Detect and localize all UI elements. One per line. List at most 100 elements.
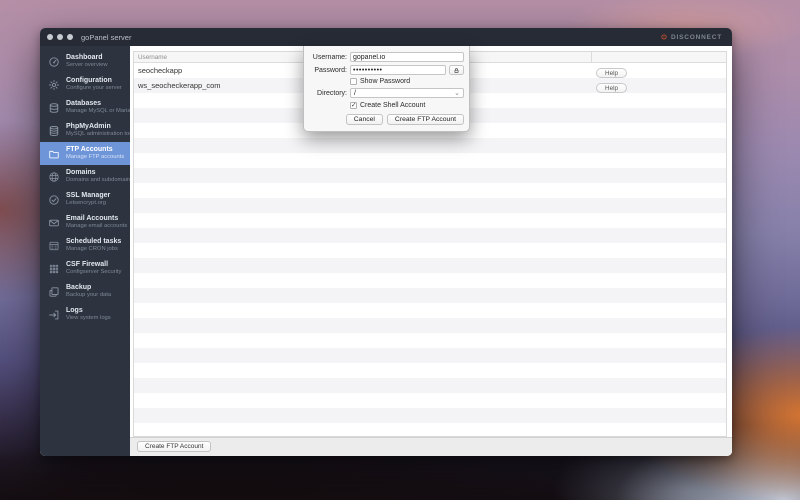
sidebar-item-subtitle: Configserver Security <box>66 269 122 276</box>
sidebar-item-subtitle: Server overview <box>66 62 108 69</box>
zoom-window-button[interactable] <box>67 34 73 40</box>
sidebar: Dashboard Server overview Configuration Con… <box>40 46 139 456</box>
sidebar-item-scheduled-tasks[interactable]: Scheduled tasks Manage CRON jobs <box>40 234 130 257</box>
sidebar-item-ftp-accounts[interactable]: FTP Accounts Manage FTP accounts <box>40 142 130 165</box>
table-row-empty <box>134 318 726 333</box>
create-ftp-account-button[interactable]: Create FTP Account <box>137 441 212 452</box>
directory-value: / <box>354 89 356 97</box>
envelope-icon <box>48 217 60 229</box>
sidebar-item-title: SSL Manager <box>66 191 111 199</box>
sidebar-item-domains[interactable]: Domains Domains and subdomains <box>40 165 134 188</box>
table-row-empty <box>134 303 726 318</box>
sidebar-item-subtitle: Domains and subdomains <box>66 177 134 184</box>
sidebar-item-subtitle: Manage MySQL or MariaDB <box>66 108 139 115</box>
table-row-empty <box>134 168 726 183</box>
table-row-empty <box>134 408 726 423</box>
gopanel-window: goPanel server DISCONNECT Dashboard Serve… <box>40 28 732 456</box>
table-row-empty <box>134 198 726 213</box>
username-field[interactable] <box>350 52 464 62</box>
sidebar-item-title: PhpMyAdmin <box>66 122 111 130</box>
lock-icon <box>453 67 460 74</box>
sidebar-item-logs[interactable]: Logs View system logs <box>40 303 130 326</box>
check-circle-icon <box>48 194 60 206</box>
actions-cell: Help <box>591 77 726 95</box>
table-row-empty <box>134 138 726 153</box>
table-row-empty <box>134 288 726 303</box>
table-row-empty <box>134 243 726 258</box>
table-row-empty <box>134 393 726 408</box>
database-icon <box>48 102 60 114</box>
footer-bar: Create FTP Account <box>130 437 732 456</box>
password-label: Password: <box>314 66 347 74</box>
copy-icon <box>48 286 60 298</box>
create-ftp-submit-button[interactable]: Create FTP Account <box>386 114 464 125</box>
sidebar-item-phpmyadmin[interactable]: PhpMyAdmin MySQL administration tool <box>40 119 134 142</box>
sidebar-item-databases[interactable]: Databases Manage MySQL or MariaDB <box>40 96 139 119</box>
column-header-actions[interactable] <box>591 52 726 62</box>
gauge-icon <box>48 56 60 68</box>
sidebar-item-configuration[interactable]: Configuration Configure your server <box>40 73 130 96</box>
database-admin-icon <box>48 125 60 137</box>
calendar-icon <box>48 240 60 252</box>
table-row-empty <box>134 333 726 348</box>
sidebar-item-title: FTP Accounts <box>66 145 113 153</box>
traffic-lights <box>40 34 73 40</box>
grid-icon <box>48 263 60 275</box>
minimize-window-button[interactable] <box>57 34 63 40</box>
disconnect-button[interactable]: DISCONNECT <box>660 33 722 41</box>
sidebar-item-subtitle: Configure your server <box>66 85 122 92</box>
table-row-empty <box>134 228 726 243</box>
table-row-empty <box>134 273 726 288</box>
password-lock-button[interactable] <box>449 65 464 75</box>
sidebar-item-title: Email Accounts <box>66 214 119 222</box>
username-label: Username: <box>312 53 347 61</box>
table-row-empty <box>134 363 726 378</box>
create-shell-checkbox[interactable]: ✓ <box>350 102 357 109</box>
titlebar[interactable]: goPanel server DISCONNECT <box>40 28 732 46</box>
globe-icon <box>48 171 60 183</box>
disconnect-label: DISCONNECT <box>671 33 722 41</box>
sidebar-item-csf-firewall[interactable]: CSF Firewall Configserver Security <box>40 257 130 280</box>
table-row-empty <box>134 183 726 198</box>
sidebar-item-title: Dashboard <box>66 53 103 61</box>
folder-icon <box>48 148 60 160</box>
sidebar-item-title: Backup <box>66 283 92 291</box>
sidebar-item-ssl-manager[interactable]: SSL Manager Letsencrypt.org <box>40 188 130 211</box>
sidebar-item-subtitle: Backup your data <box>66 292 112 299</box>
power-icon <box>660 33 668 41</box>
gear-icon <box>48 79 60 91</box>
sidebar-item-title: Domains <box>66 168 96 176</box>
sidebar-item-backup[interactable]: Backup Backup your data <box>40 280 130 303</box>
export-icon <box>48 309 60 321</box>
table-row-empty <box>134 348 726 363</box>
create-ftp-dialog: Username: Password: Show Password Direct… <box>303 46 470 132</box>
sidebar-item-dashboard[interactable]: Dashboard Server overview <box>40 50 130 73</box>
show-password-row: Show Password <box>350 78 464 85</box>
directory-label: Directory: <box>317 89 347 97</box>
sidebar-item-subtitle: Manage FTP accounts <box>66 154 125 161</box>
sidebar-item-title: Databases <box>66 99 102 107</box>
table-row-empty <box>134 378 726 393</box>
window-title: goPanel server <box>81 32 132 42</box>
close-window-button[interactable] <box>47 34 53 40</box>
sidebar-item-subtitle: Manage CRON jobs <box>66 246 118 253</box>
sidebar-item-subtitle: Letsencrypt.org <box>66 200 106 207</box>
sidebar-item-subtitle: MySQL administration tool <box>66 131 134 138</box>
show-password-checkbox[interactable] <box>350 78 357 85</box>
table-row-empty <box>134 258 726 273</box>
sidebar-item-subtitle: View system logs <box>66 315 111 322</box>
sidebar-item-email-accounts[interactable]: Email Accounts Manage email accounts <box>40 211 130 234</box>
cancel-button[interactable]: Cancel <box>345 114 383 125</box>
password-field[interactable] <box>350 65 446 75</box>
chevron-down-icon: ⌄ <box>454 89 460 97</box>
directory-select[interactable]: / ⌄ <box>350 88 464 98</box>
sidebar-item-title: Configuration <box>66 76 112 84</box>
sidebar-item-subtitle: Manage email accounts <box>66 223 128 230</box>
sidebar-item-title: CSF Firewall <box>66 260 109 268</box>
dialog-buttons: Cancel Create FTP Account <box>309 114 464 125</box>
table-row-empty <box>134 153 726 168</box>
create-shell-label: Create Shell Account <box>360 102 426 109</box>
show-password-label: Show Password <box>360 78 411 85</box>
help-button[interactable]: Help <box>596 83 627 93</box>
table-row-empty <box>134 213 726 228</box>
